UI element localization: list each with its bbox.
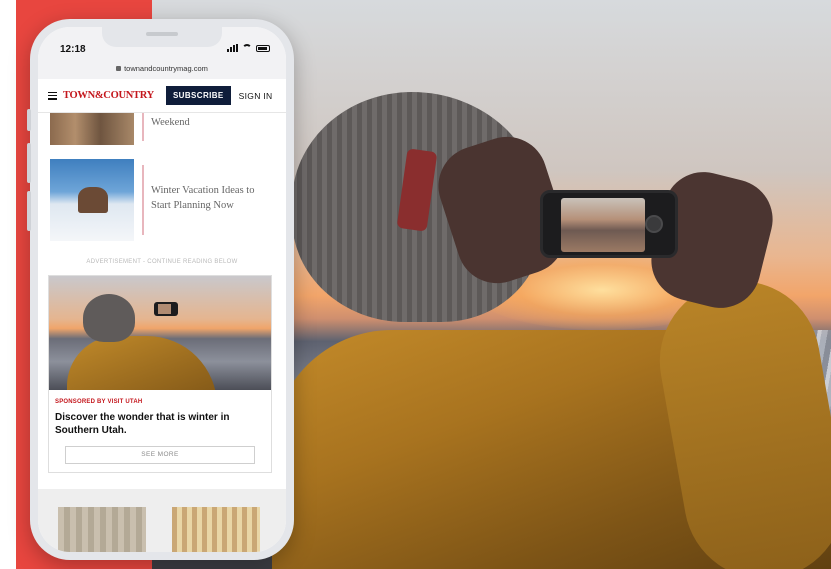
menu-icon[interactable] [48,91,57,100]
held-smartphone [540,190,678,258]
speaker-grille [146,32,178,36]
status-time: 12:18 [60,44,86,55]
ad-jacket [67,336,217,390]
related-thumbnail[interactable] [172,507,260,552]
divider [142,165,144,235]
sponsor-label: SPONSORED BY VISIT UTAH [55,399,143,405]
phone-mockup: 12:18 townandcountrymag.com TOWN&COUNTRY… [27,19,294,560]
camera-button-icon [645,215,663,233]
see-more-button[interactable]: SEE MORE [65,446,255,464]
phone-screen: 12:18 townandcountrymag.com TOWN&COUNTRY… [38,27,286,552]
article-item[interactable]: Winter Vacation Ideas to Start Planning … [50,159,274,241]
article-thumbnail [50,113,134,145]
volume-up-button [27,143,31,183]
sign-in-link[interactable]: SIGN IN [239,91,273,101]
site-header: TOWN&COUNTRY SUBSCRIBE SIGN IN [38,79,286,113]
ad-image[interactable] [49,276,271,390]
site-logo[interactable]: TOWN&COUNTRY [63,90,154,101]
divider [142,113,144,141]
volume-down-button [27,191,31,231]
ad-hat [83,294,135,342]
mute-switch [27,109,31,131]
ad-label: ADVERTISEMENT - CONTINUE READING BELOW [86,259,238,265]
signal-icon [227,44,238,52]
held-phone-screen [561,198,645,252]
article-item[interactable]: Weekend [50,113,274,147]
status-icons [227,44,270,52]
ad-headline[interactable]: Discover the wonder that is winter in So… [55,411,263,437]
subscribe-button[interactable]: SUBSCRIBE [165,86,231,105]
url-text: townandcountrymag.com [124,64,208,73]
lock-icon [116,66,122,71]
sponsored-card[interactable]: SPONSORED BY VISIT UTAH Discover the won… [48,275,272,473]
address-bar[interactable]: townandcountrymag.com [38,64,286,73]
phone-notch [102,27,222,47]
article-title: Weekend [151,117,190,128]
article-title: Winter Vacation Ideas to Start Planning … [151,185,255,211]
related-thumbnail[interactable] [58,507,146,552]
wifi-icon [242,44,252,52]
horse-rider [78,187,108,213]
article-thumbnail [50,159,134,241]
ad-phone [154,302,178,316]
battery-icon [256,44,270,52]
